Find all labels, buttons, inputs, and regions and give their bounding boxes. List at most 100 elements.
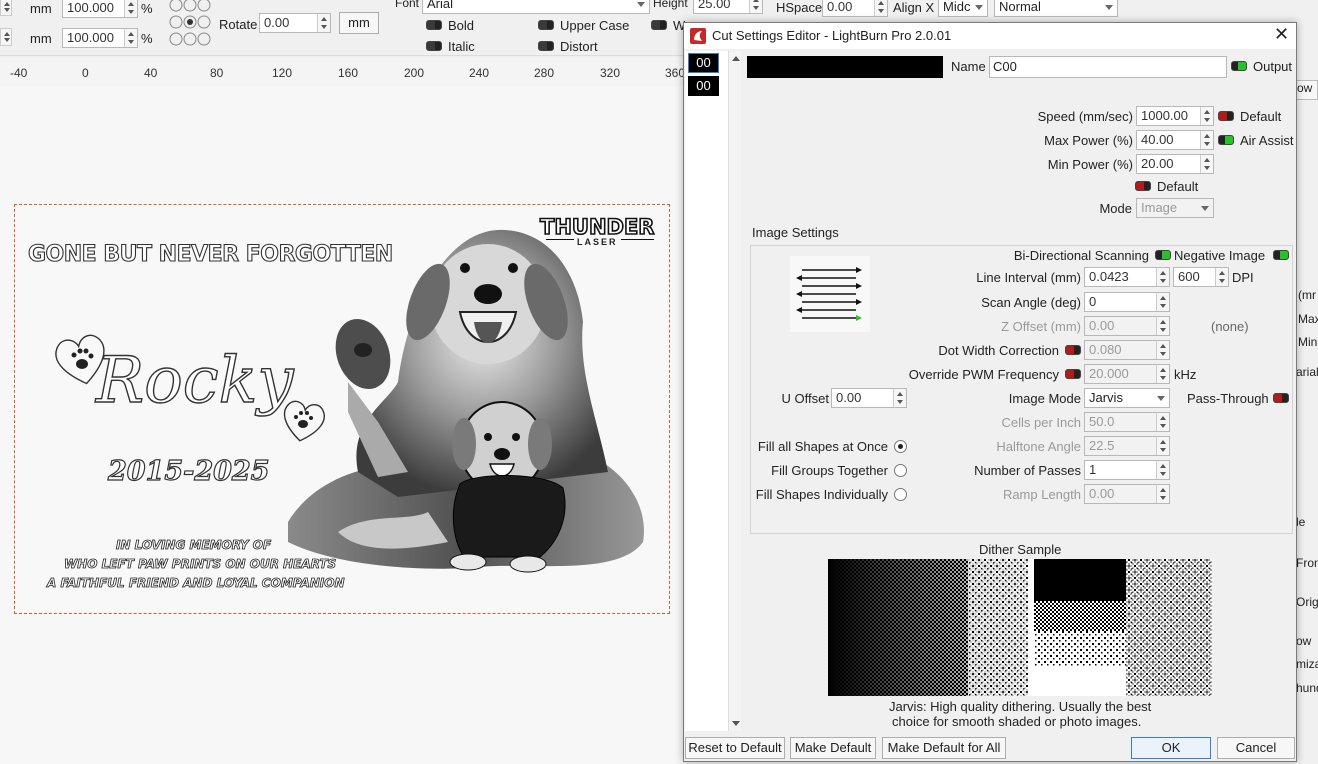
fill-groups-radio[interactable] (894, 464, 907, 477)
max-power-label: Max Power (%) (1044, 133, 1133, 148)
negative-image-label: Negative Image (1174, 248, 1266, 263)
welded-toggle[interactable] (651, 20, 667, 30)
layer-chip-selected[interactable]: 00 (688, 53, 719, 73)
height-label: Height (653, 0, 688, 10)
ramp-length-input[interactable]: 0.00 (1084, 484, 1170, 504)
distort-toggle[interactable] (538, 41, 554, 51)
number-of-passes-input[interactable]: 1 (1084, 460, 1170, 480)
dot-width-toggle[interactable] (1065, 345, 1081, 355)
min-power-default-toggle[interactable] (1135, 181, 1151, 191)
pwm-toggle[interactable] (1065, 369, 1081, 379)
layer-chip[interactable]: 00 (688, 76, 719, 96)
mode-select[interactable]: Image (1136, 198, 1214, 218)
ruler-tick: 320 (600, 66, 621, 80)
percent-label-2: % (141, 31, 153, 46)
ruler-tick: 80 (210, 66, 224, 80)
make-default-button[interactable]: Make Default (790, 737, 876, 759)
panel-label: miza (1296, 657, 1318, 671)
width-percent-input[interactable]: 100.000 (62, 0, 138, 18)
memorial-line-1[interactable]: IN LOVING MEMORY OF (116, 538, 272, 553)
bidirectional-toggle[interactable] (1155, 250, 1171, 260)
scroll-down-icon[interactable] (732, 721, 740, 726)
ok-button[interactable]: OK (1131, 737, 1211, 759)
layer-scrollbar[interactable] (728, 51, 741, 731)
mm-label-1: mm (30, 1, 52, 16)
percent-label-1: % (141, 1, 153, 16)
halftone-angle-input[interactable]: 22.5 (1084, 436, 1170, 456)
reset-to-default-button[interactable]: Reset to Default (685, 737, 785, 759)
air-assist-label: Air Assist (1240, 133, 1294, 148)
right-side-panel: ow (mr Max Min arial le Fron Origi ow mi… (1296, 0, 1318, 764)
panel-label: Min (1298, 335, 1318, 349)
image-mode-label: Image Mode (1008, 391, 1081, 406)
cancel-button[interactable]: Cancel (1217, 737, 1295, 759)
dot-width-input[interactable]: 0.080 (1084, 340, 1170, 360)
ramp-length-label: Ramp Length (1002, 487, 1081, 502)
memorial-line-2[interactable]: WHO LEFT PAW PRINTS ON OUR HEARTS (64, 557, 337, 572)
u-offset-label: U Offset (781, 391, 829, 406)
dither-description-2: choice for smooth shaded or photo images… (892, 714, 1142, 729)
panel-label: Origi (1296, 595, 1318, 609)
units-button[interactable]: mm (339, 12, 379, 34)
align-x-select[interactable]: Midc (938, 0, 988, 17)
dog-photo-image[interactable] (278, 222, 658, 592)
memorial-line-3[interactable]: A FAITHFUL FRIEND AND LOYAL COMPANION (47, 576, 345, 591)
rotate-input[interactable]: 0.00 (259, 13, 331, 33)
upper-case-toggle[interactable] (538, 20, 554, 30)
z-offset-input[interactable]: 0.00 (1084, 316, 1170, 336)
font-label: Font (395, 0, 420, 10)
dpi-input[interactable]: 600 (1173, 267, 1229, 287)
pass-through-toggle[interactable] (1273, 393, 1289, 403)
layer-name-input[interactable]: C00 (989, 56, 1227, 78)
scroll-up-icon[interactable] (732, 56, 740, 61)
font-select[interactable]: Arial (422, 0, 650, 14)
close-icon[interactable]: ✕ (1274, 24, 1289, 45)
line-interval-label: Line Interval (mm) (976, 270, 1081, 285)
panel-label: Max (1298, 312, 1318, 326)
ruler-tick: 280 (534, 66, 555, 80)
max-power-input[interactable]: 40.00 (1136, 130, 1214, 150)
fill-individually-radio[interactable] (894, 488, 907, 501)
khz-label: kHz (1174, 367, 1197, 382)
make-default-for-all-button[interactable]: Make Default for All (882, 737, 1006, 759)
panel-label: (mr (1298, 288, 1316, 302)
fill-all-label: Fill all Shapes at Once (757, 439, 888, 454)
text-height-input[interactable]: 25.00 (693, 0, 763, 14)
text-mode-select[interactable]: Normal (994, 0, 1118, 17)
u-offset-input[interactable]: 0.00 (831, 388, 907, 408)
years-text[interactable]: 2015-2025 (107, 455, 270, 487)
hspace-input[interactable]: 0.00 (822, 0, 888, 17)
anchor-grid[interactable] (168, 0, 214, 48)
bold-label: Bold (448, 18, 475, 33)
dot-width-label: Dot Width Correction (938, 343, 1059, 358)
cells-per-inch-input[interactable]: 50.0 (1084, 412, 1170, 432)
layer-color-swatch[interactable] (747, 56, 943, 78)
speed-input[interactable]: 1000.00 (1136, 106, 1214, 126)
bold-toggle[interactable] (426, 20, 442, 30)
scan-angle-input[interactable]: 0 (1084, 292, 1170, 312)
mode-label: Mode (1099, 201, 1132, 216)
cells-per-inch-label: Cells per Inch (1001, 415, 1081, 430)
output-toggle[interactable] (1231, 61, 1247, 71)
fill-all-radio[interactable] (894, 440, 907, 453)
panel-button[interactable]: ow (1296, 80, 1318, 100)
min-power-label: Min Power (%) (1047, 157, 1133, 172)
ruler-tick: 0 (82, 66, 89, 80)
scan-angle-label: Scan Angle (deg) (981, 295, 1081, 310)
speed-default-toggle[interactable] (1218, 111, 1234, 121)
ruler-tick: 40 (144, 66, 158, 80)
ruler-tick: 120 (272, 66, 293, 80)
panel-label: Fron (1296, 556, 1318, 570)
pet-name-script[interactable]: Rocky (95, 343, 294, 418)
height-percent-input[interactable]: 100.000 (62, 28, 138, 48)
line-interval-input[interactable]: 0.0423 (1084, 267, 1170, 287)
italic-toggle[interactable] (426, 41, 442, 51)
pwm-input[interactable]: 20.000 (1084, 364, 1170, 384)
min-power-input[interactable]: 20.00 (1136, 154, 1214, 174)
image-mode-select[interactable]: Jarvis (1084, 388, 1170, 408)
image-settings-header: Image Settings (752, 225, 839, 240)
negative-image-toggle[interactable] (1273, 250, 1289, 260)
panel-label: arial (1296, 365, 1318, 379)
air-assist-toggle[interactable] (1218, 135, 1234, 145)
scan-direction-icon (790, 256, 870, 332)
